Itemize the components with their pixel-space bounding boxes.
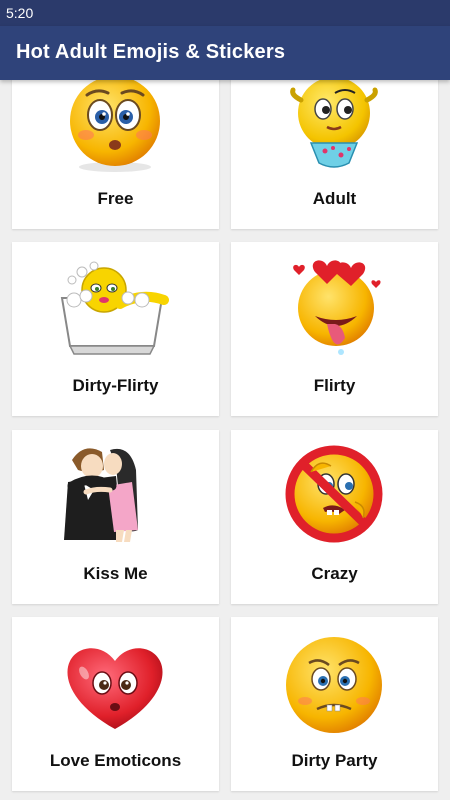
category-card-flirty[interactable]: Flirty — [231, 242, 438, 416]
bathtub-emoji-icon — [60, 261, 169, 355]
category-card-dirty-flirty[interactable]: Dirty-Flirty — [12, 242, 219, 416]
category-card-crazy[interactable]: Crazy — [231, 430, 438, 604]
kissing-couple-icon — [64, 448, 138, 542]
status-time: 5:20 — [6, 5, 34, 21]
no-sign-emoji-icon — [285, 445, 383, 543]
category-label: Free — [97, 189, 134, 208]
app-title: Hot Adult Emojis & Stickers — [16, 41, 286, 63]
heart-face-emoji-icon — [67, 648, 163, 729]
tongue-out-hearts-emoji-icon — [293, 260, 381, 355]
category-label: Kiss Me — [83, 564, 148, 583]
wide-eyed-emoji-icon — [70, 80, 160, 172]
category-label: Flirty — [313, 376, 356, 395]
category-card-adult[interactable]: Adult — [231, 80, 438, 229]
app-bar: Hot Adult Emojis & Stickers — [0, 26, 450, 80]
category-label: Crazy — [311, 564, 358, 583]
bikini-emoji-icon — [290, 80, 378, 168]
category-card-kiss-me[interactable]: Kiss Me — [12, 430, 219, 604]
category-label: Love Emoticons — [49, 751, 182, 770]
status-bar: 5:20 — [0, 0, 450, 26]
category-card-dirty-party[interactable]: Dirty Party — [231, 617, 438, 791]
category-label: Dirty Party — [291, 751, 378, 770]
category-card-free[interactable]: Free — [12, 80, 219, 229]
category-card-love-emoticons[interactable]: Love Emoticons — [12, 617, 219, 791]
category-label: Adult — [312, 189, 357, 208]
category-grid[interactable]: Free Adult Dirty-Flirty Flirty Kiss Me C… — [0, 80, 450, 800]
worried-emoji-icon — [286, 637, 382, 733]
category-label: Dirty-Flirty — [72, 376, 159, 395]
